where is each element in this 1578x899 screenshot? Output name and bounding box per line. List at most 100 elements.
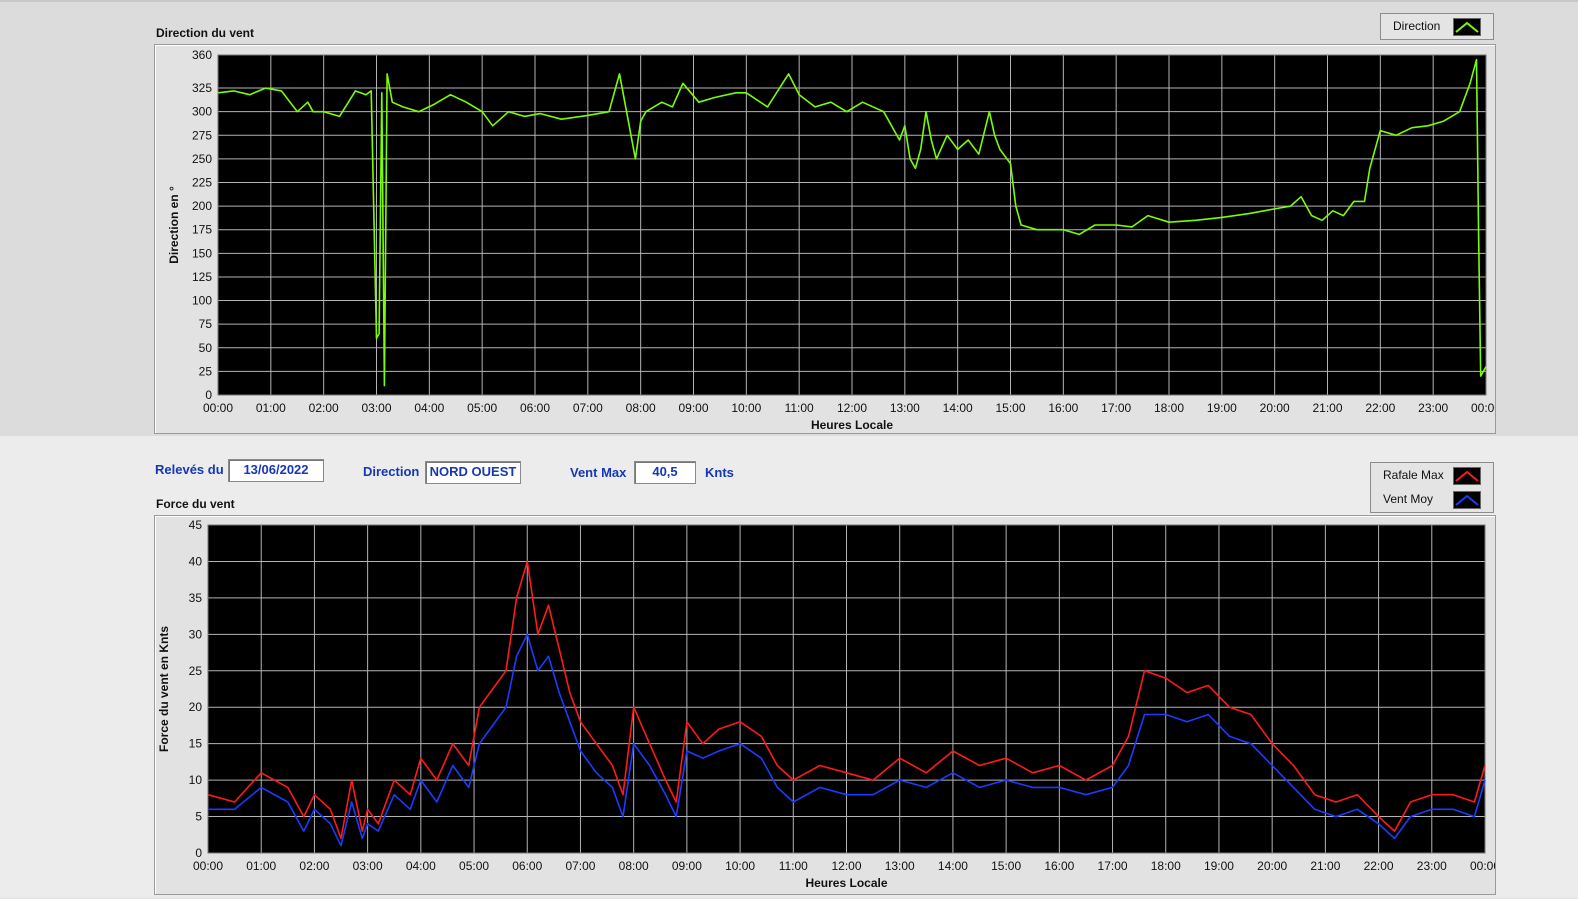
y-tick-label: 10: [189, 773, 203, 787]
y-tick-label: 20: [189, 700, 203, 714]
x-tick-label: 21:00: [1310, 859, 1340, 873]
y-tick-label: 35: [189, 591, 203, 605]
x-tick-label: 17:00: [1101, 401, 1131, 415]
x-tick-label: 13:00: [885, 859, 915, 873]
legend-item-rafale: Rafale Max: [1371, 464, 1493, 486]
x-tick-label: 11:00: [785, 401, 814, 415]
y-tick-label: 100: [192, 294, 212, 308]
legend-item-direction: Direction: [1381, 15, 1493, 37]
x-tick-label: 23:00: [1417, 859, 1447, 873]
y-tick-label: 50: [199, 341, 213, 355]
y-tick-label: 150: [192, 246, 212, 260]
x-tick-label: 00:00: [1470, 859, 1495, 873]
x-tick-label: 13:00: [890, 401, 920, 415]
x-tick-label: 05:00: [467, 401, 497, 415]
moy-swatch-icon: [1453, 491, 1481, 509]
y-tick-label: 5: [195, 810, 202, 824]
x-tick-label: 02:00: [309, 401, 339, 415]
y-tick-label: 125: [192, 270, 212, 284]
y-tick-label: 75: [199, 317, 213, 331]
x-tick-label: 16:00: [1048, 401, 1078, 415]
y-tick-label: 300: [192, 105, 212, 119]
x-tick-label: 19:00: [1204, 859, 1234, 873]
y-tick-label: 325: [192, 81, 212, 95]
y-tick-label: 250: [192, 152, 212, 166]
direction-swatch-icon: [1453, 18, 1481, 36]
x-tick-label: 12:00: [837, 401, 867, 415]
direction-chart: 00:00 01:00 02:00 03:00 04:00 05:00 06:00 07:00…: [167, 48, 1501, 432]
direction-legend: Direction: [1380, 13, 1494, 40]
x-tick-label: 07:00: [573, 401, 603, 415]
y-tick-label: 360: [192, 48, 212, 62]
x-tick-label: 01:00: [246, 859, 276, 873]
direction-field[interactable]: NORD OUEST: [425, 461, 521, 484]
x-tick-label: 17:00: [1098, 859, 1128, 873]
x-tick-label: 20:00: [1257, 859, 1287, 873]
y-tick-label: 0: [205, 388, 212, 402]
x-tick-label: 05:00: [459, 859, 489, 873]
x-tick-label: 18:00: [1151, 859, 1181, 873]
y-tick-label: 30: [189, 627, 203, 641]
x-tick-label: 15:00: [991, 859, 1021, 873]
x-tick-label: 08:00: [626, 401, 656, 415]
legend-item-moy: Vent Moy: [1371, 488, 1493, 510]
y-tick-label: 25: [189, 664, 203, 678]
legend-label-direction: Direction: [1393, 19, 1441, 33]
x-tick-label: 03:00: [353, 859, 383, 873]
x-tick-label: 02:00: [299, 859, 329, 873]
x-tick-label: 19:00: [1207, 401, 1237, 415]
x-tick-label: 03:00: [361, 401, 391, 415]
force-chart-title: Force du vent: [156, 497, 235, 511]
legend-label-rafale: Rafale Max: [1383, 468, 1444, 482]
x-tick-label: 08:00: [619, 859, 649, 873]
force-chart-panel: 00:00 01:00 02:00 03:00 04:00 05:00 06:00 07:00…: [154, 515, 1500, 895]
x-tick-label: 07:00: [565, 859, 595, 873]
y-tick-label: 15: [189, 737, 203, 751]
x-tick-label: 12:00: [831, 859, 861, 873]
y-axis-label: Direction en °: [167, 186, 181, 264]
x-tick-label: 01:00: [256, 401, 286, 415]
x-tick-label: 23:00: [1418, 401, 1448, 415]
y-tick-label: 275: [192, 128, 212, 142]
ventmax-label: Vent Max: [570, 465, 627, 480]
ventmax-unit: Knts: [705, 465, 734, 480]
direction-chart-title: Direction du vent: [156, 26, 255, 40]
ventmax-field[interactable]: 40,5: [634, 461, 696, 484]
rafale-swatch-icon: [1453, 467, 1481, 485]
y-tick-label: 225: [192, 176, 212, 190]
x-tick-label: 15:00: [995, 401, 1025, 415]
releves-label: Relevés du: [155, 462, 224, 477]
x-tick-label: 14:00: [943, 401, 973, 415]
y-tick-label: 175: [192, 223, 212, 237]
y-tick-label: 200: [192, 199, 212, 213]
y-tick-label: 0: [195, 846, 202, 860]
force-legend: Rafale Max Vent Moy: [1370, 462, 1494, 513]
x-tick-label: 16:00: [1044, 859, 1074, 873]
x-tick-label: 00:00: [193, 859, 223, 873]
x-tick-label: 18:00: [1154, 401, 1184, 415]
y-tick-label: 25: [199, 364, 213, 378]
x-tick-label: 04:00: [414, 401, 444, 415]
x-axis-label: Heures Locale: [805, 876, 887, 890]
x-axis-label: Heures Locale: [811, 418, 893, 432]
x-tick-label: 06:00: [512, 859, 542, 873]
x-tick-label: 00:00: [203, 401, 233, 415]
direction-chart-panel: 00:00 01:00 02:00 03:00 04:00 05:00 06:00 07:00…: [154, 44, 1501, 434]
x-tick-label: 10:00: [725, 859, 755, 873]
y-tick-label: 40: [189, 554, 203, 568]
x-tick-label: 10:00: [731, 401, 761, 415]
x-tick-label: 11:00: [779, 859, 808, 873]
x-tick-label: 09:00: [678, 401, 708, 415]
direction-label: Direction: [363, 464, 420, 479]
x-tick-label: 21:00: [1312, 401, 1342, 415]
x-tick-label: 09:00: [672, 859, 702, 873]
legend-label-moy: Vent Moy: [1383, 492, 1434, 506]
date-field[interactable]: 13/06/2022: [228, 459, 324, 482]
x-tick-label: 20:00: [1260, 401, 1290, 415]
x-tick-label: 00:00: [1471, 401, 1495, 415]
x-tick-label: 04:00: [406, 859, 436, 873]
force-chart: 00:00 01:00 02:00 03:00 04:00 05:00 06:00 07:00…: [157, 518, 1500, 890]
x-tick-label: 14:00: [938, 859, 968, 873]
y-axis-label: Force du vent en Knts: [157, 626, 171, 752]
x-tick-label: 22:00: [1365, 401, 1395, 415]
